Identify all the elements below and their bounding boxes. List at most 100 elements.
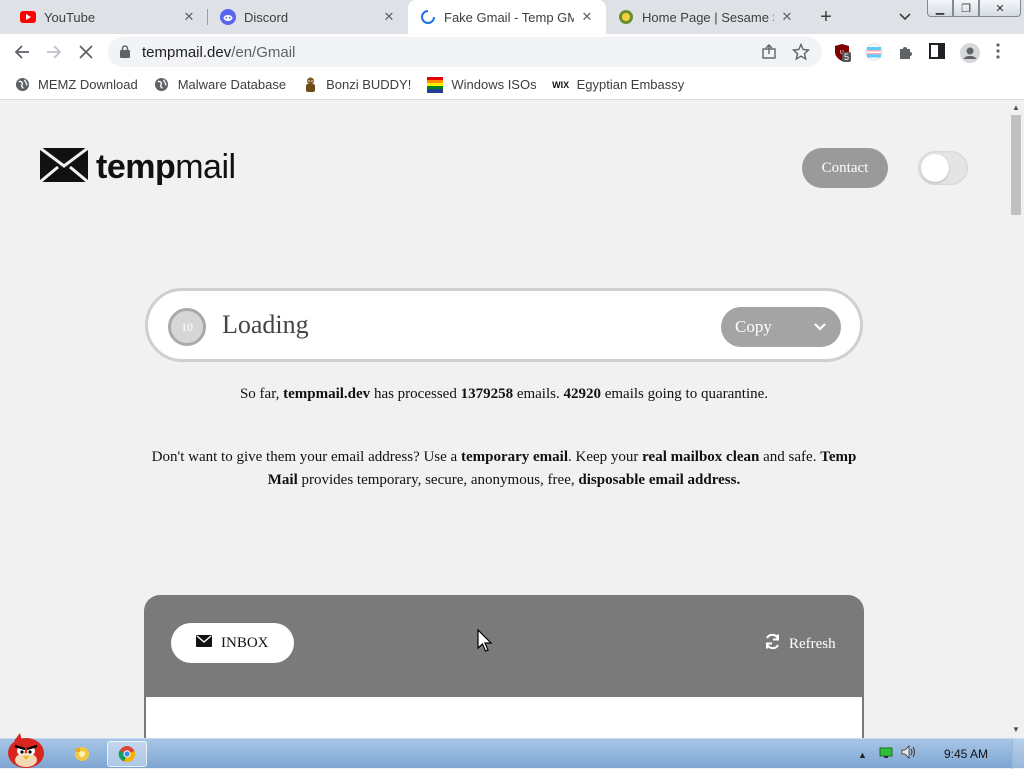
scroll-down-arrow-icon[interactable]: ▼	[1012, 725, 1020, 734]
forward-arrow-icon[interactable]	[40, 38, 68, 66]
refresh-countdown: 10	[168, 308, 206, 346]
stats-mid1: has processed	[370, 386, 461, 402]
tab-close-icon[interactable]: ✕	[380, 8, 398, 26]
bookmark-windows-isos[interactable]: Windows ISOs	[427, 76, 537, 93]
bookmark-malware-database[interactable]: Malware Database	[154, 77, 286, 93]
taskbar-clock[interactable]: 9:45 AM	[944, 747, 988, 761]
envelope-logo-icon	[39, 146, 89, 187]
stop-loading-icon[interactable]	[72, 38, 100, 66]
chrome-taskbar-icon[interactable]	[107, 741, 147, 767]
scroll-thumb[interactable]	[1011, 115, 1021, 215]
bonzi-icon	[302, 77, 318, 93]
address-bar[interactable]: tempmail.dev/en/Gmail	[108, 37, 822, 67]
contact-button[interactable]: Contact	[802, 148, 888, 188]
stats-suffix: emails going to quarantine.	[600, 386, 769, 402]
minimize-button[interactable]: ▁	[927, 0, 953, 17]
tab-fake-gmail[interactable]: Fake Gmail - Temp GMail ✕	[408, 0, 606, 34]
sesame-street-icon	[618, 9, 634, 25]
bookmark-label: MEMZ Download	[38, 77, 138, 92]
desc-t3: and safe.	[759, 449, 821, 465]
desc-t2: . Keep your	[568, 449, 643, 465]
bookmarks-bar: MEMZ Download Malware Database Bonzi BUD…	[0, 70, 1024, 100]
logo-light: mail	[175, 147, 236, 186]
stats-site: tempmail.dev	[283, 386, 371, 402]
bookmark-label: Windows ISOs	[451, 77, 537, 92]
refresh-icon	[764, 633, 781, 655]
copy-button[interactable]: Copy	[721, 307, 841, 347]
side-panel-icon[interactable]	[929, 43, 947, 61]
lock-icon[interactable]	[120, 45, 130, 63]
bookmark-star-icon[interactable]	[791, 42, 811, 61]
desc-b2: real mailbox clean	[642, 449, 760, 465]
youtube-icon	[20, 9, 36, 25]
inbox-label: INBOX	[221, 634, 269, 651]
email-address-box: 10 Loading Copy	[145, 288, 863, 362]
refresh-label: Refresh	[789, 635, 836, 652]
page-scrollbar[interactable]: ▲ ▼	[1008, 101, 1024, 738]
inbox-button[interactable]: INBOX	[171, 623, 294, 663]
bookmark-egyptian-embassy[interactable]: WIX Egyptian Embassy	[552, 77, 685, 93]
desc-t4: provides temporary, secure, anonymous, f…	[297, 472, 579, 488]
logo-wordmark: tempmail	[96, 148, 236, 187]
chevron-down-icon[interactable]	[813, 319, 827, 339]
inbox-header-panel: INBOX Refresh	[144, 595, 864, 699]
windows-flag-icon	[427, 76, 444, 93]
desc-t1: Don't want to give them your email addre…	[151, 449, 461, 465]
tab-title: Discord	[244, 9, 289, 25]
windows-taskbar: ▲ 9:45 AM	[0, 733, 1024, 769]
back-arrow-icon[interactable]	[8, 38, 36, 66]
bookmark-bonzi-buddy[interactable]: Bonzi BUDDY!	[302, 77, 411, 93]
desc-b4: disposable email address.	[578, 472, 741, 488]
stats-line: So far, tempmail.dev has processed 13792…	[0, 386, 1008, 403]
bookmark-label: Bonzi BUDDY!	[326, 77, 412, 92]
show-hidden-icons-icon[interactable]: ▲	[858, 750, 867, 760]
pride-extension-icon[interactable]	[865, 43, 883, 61]
tab-discord[interactable]: Discord ✕	[208, 0, 408, 34]
puzzle-extensions-icon[interactable]	[897, 43, 915, 61]
tab-strip: YouTube ✕ Discord ✕ Fake Gmail - Temp GM…	[0, 0, 1024, 34]
tempmail-logo[interactable]: tempmail	[39, 146, 236, 187]
browser-toolbar: tempmail.dev/en/Gmail u 5	[0, 34, 1024, 70]
url-host: tempmail.dev	[142, 44, 232, 61]
theme-toggle[interactable]	[918, 151, 968, 185]
explorer-taskbar-icon[interactable]	[62, 741, 102, 767]
show-desktop-button[interactable]	[1012, 739, 1024, 769]
tab-sesame-street[interactable]: Home Page | Sesame Street ✕	[606, 0, 806, 34]
tab-youtube[interactable]: YouTube ✕	[8, 0, 208, 34]
stats-mid2: emails.	[513, 386, 564, 402]
extension-badge: 5	[842, 52, 852, 62]
copy-label: Copy	[735, 317, 772, 336]
window-controls: ▁ ❐ ✕	[927, 0, 1021, 18]
bookmark-label: Malware Database	[177, 77, 287, 92]
tab-search-chevron-icon[interactable]	[893, 5, 917, 29]
ublock-extension-icon[interactable]: u 5	[834, 43, 852, 62]
bookmark-memz[interactable]: MEMZ Download	[14, 77, 138, 93]
tab-close-icon[interactable]: ✕	[778, 8, 796, 26]
tab-close-icon[interactable]: ✕	[180, 8, 198, 26]
discord-icon	[220, 9, 236, 25]
globe-icon	[154, 77, 170, 93]
volume-icon[interactable]	[901, 745, 917, 764]
logo-bold: temp	[96, 147, 176, 186]
url-text: tempmail.dev/en/Gmail	[142, 44, 295, 61]
start-button-angry-bird-icon[interactable]	[2, 731, 50, 769]
menu-kebab-icon[interactable]	[996, 43, 1014, 61]
new-tab-button[interactable]: +	[814, 5, 838, 29]
profile-avatar-icon[interactable]	[960, 43, 980, 63]
scroll-up-arrow-icon[interactable]: ▲	[1012, 103, 1020, 112]
toggle-knob	[921, 154, 949, 182]
restore-button[interactable]: ❐	[953, 0, 979, 17]
share-icon[interactable]	[760, 43, 778, 61]
close-window-button[interactable]: ✕	[979, 0, 1021, 17]
stats-processed: 1379258	[460, 386, 514, 402]
bookmark-label: Egyptian Embassy	[576, 77, 685, 92]
mouse-cursor-icon	[477, 628, 493, 658]
system-tray: ▲	[858, 745, 917, 764]
tab-title: YouTube	[44, 9, 96, 25]
tab-close-icon[interactable]: ✕	[578, 8, 596, 26]
email-address-value[interactable]: Loading	[222, 310, 309, 340]
stats-quarantine: 42920	[563, 386, 601, 402]
network-icon[interactable]	[879, 746, 893, 764]
refresh-button[interactable]: Refresh	[764, 633, 836, 655]
url-path: /en/Gmail	[231, 44, 296, 61]
